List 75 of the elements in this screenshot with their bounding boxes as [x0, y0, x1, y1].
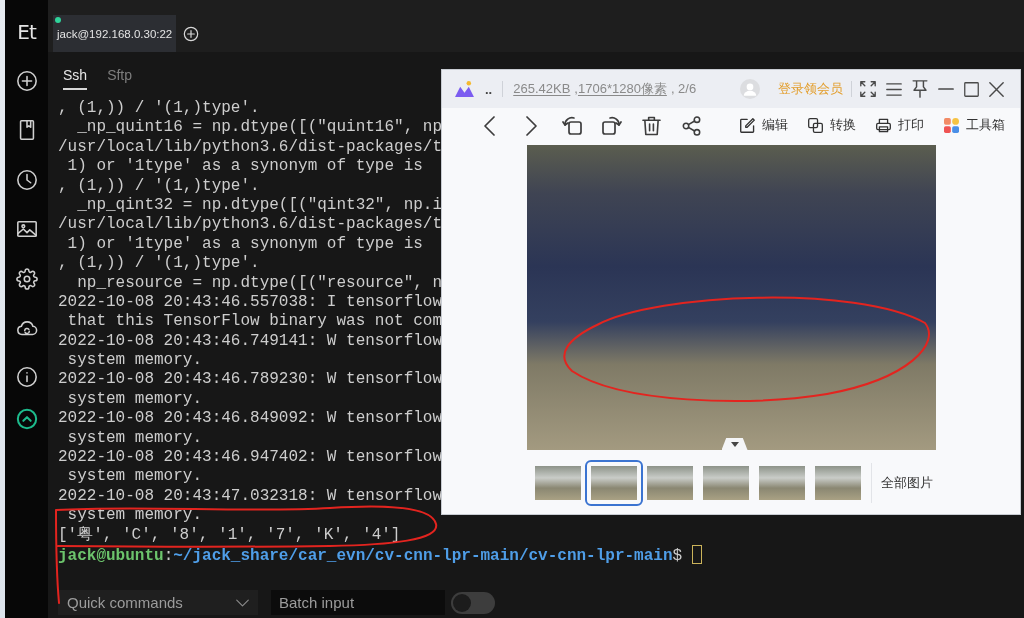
- chevron-up-circle-icon[interactable]: [15, 408, 38, 431]
- terminal-line: 2022-10-08 20:43:47.032318: W tensorflow: [58, 486, 443, 507]
- toggle-switch[interactable]: [451, 591, 495, 614]
- terminal-line: 1) or '1type' as a synonym of type is: [66, 234, 423, 255]
- tab[interactable]: Sftp: [107, 66, 133, 90]
- terminal-line: system memory.: [66, 389, 203, 410]
- settings-icon[interactable]: [15, 267, 38, 290]
- app-logo-icon: [455, 81, 474, 97]
- thumbnail[interactable]: [814, 466, 861, 500]
- toolbar-button[interactable]: 转换: [807, 117, 856, 134]
- info-icon[interactable]: [15, 366, 38, 389]
- caret-down-icon: [730, 441, 739, 447]
- chevron-down-icon: [236, 598, 249, 607]
- thumbnail[interactable]: [534, 466, 581, 500]
- clock-icon[interactable]: [15, 168, 38, 191]
- chevron-right-icon[interactable]: [526, 115, 537, 136]
- app-logo: Et: [17, 20, 36, 44]
- terminal-line: _np_qint32 = np.dtype([("qint32", np.i: [76, 195, 443, 216]
- rotate-right-icon[interactable]: [601, 115, 622, 136]
- add-circle-icon[interactable]: [15, 70, 38, 92]
- terminal-line: , (1,)) / '(1,)type'.: [58, 99, 260, 119]
- terminal-line: system memory.: [66, 467, 203, 487]
- close-icon[interactable]: [989, 81, 1004, 97]
- avatar-icon: [740, 79, 760, 99]
- thumbnail[interactable]: [758, 466, 805, 500]
- thumbnail[interactable]: [702, 466, 749, 500]
- printer-icon: [875, 118, 891, 133]
- terminal-line: , (1,)) / '(1,)type'.: [58, 254, 260, 274]
- terminal-line: system memory.: [66, 428, 203, 449]
- thumbnail[interactable]: [584, 460, 643, 506]
- terminal-line: _np_quint16 = np.dtype([("quint16", np: [76, 118, 443, 138]
- add-circle-icon[interactable]: [183, 25, 200, 42]
- chevron-left-icon[interactable]: [484, 115, 495, 136]
- terminal-line: system memory.: [66, 506, 203, 526]
- all-images-link[interactable]: 全部图片: [880, 474, 933, 492]
- terminal-line: 2022-10-08 20:43:46.849092: W tensorflow: [58, 409, 443, 429]
- prompt-user-host: jack@ubuntu: [58, 547, 164, 565]
- prompt-separator: :: [163, 547, 174, 565]
- edit-icon: [739, 118, 755, 133]
- terminal-line: that this TensorFlow binary was not com: [66, 312, 443, 332]
- prompt-symbol: $: [672, 547, 683, 565]
- terminal-line: 2022-10-08 20:43:46.947402: W tensorflow: [58, 448, 443, 468]
- terminal-line: ['粤', 'C', '8', '1', '7', 'K', '4']: [58, 525, 401, 545]
- terminal-line: 2022-10-08 20:43:46.749141: W tensorflow: [58, 331, 443, 352]
- file-info-text: , 2/6: [670, 81, 697, 96]
- fullscreen-icon[interactable]: [860, 81, 876, 97]
- batch-input-field[interactable]: Batch input: [271, 590, 445, 615]
- terminal-line: 2022-10-08 20:43:46.557038: I tensorflow: [58, 292, 443, 313]
- collapse-handle[interactable]: [721, 438, 748, 450]
- rotate-left-icon[interactable]: [561, 115, 582, 136]
- quick-commands-dropdown[interactable]: Quick commands: [58, 590, 258, 615]
- terminal-line: np_resource = np.dtype([("resource", n: [76, 273, 443, 293]
- window-title: ..: [485, 81, 493, 97]
- menu-icon[interactable]: [886, 81, 902, 97]
- terminal-line: /usr/local/lib/python3.6/dist-packages/t: [58, 137, 443, 158]
- thumbnail[interactable]: [646, 466, 693, 500]
- overlapping-squares-icon: [807, 118, 823, 133]
- pin-icon[interactable]: [912, 80, 928, 98]
- terminal-line: , (1,)) / '(1,)type'.: [58, 176, 260, 196]
- prompt-path: ~/jack_share/car_evn/cv-cnn-lpr-main/cv-cnn-lpr-main: [173, 547, 673, 565]
- file-info-text: ,: [574, 81, 578, 96]
- terminal-line: /usr/local/lib/python3.6/dist-packages/t: [58, 215, 443, 235]
- share-icon[interactable]: [681, 115, 701, 136]
- maximize-icon[interactable]: [964, 81, 979, 97]
- terminal-line: system memory.: [66, 351, 203, 371]
- cursor-icon: [691, 545, 702, 564]
- tiles-icon: [943, 118, 959, 133]
- session-tab[interactable]: jack@192.168.0.30:22: [53, 15, 177, 52]
- toolbar-button[interactable]: 编辑: [739, 117, 788, 134]
- toolbar-button[interactable]: 打印: [875, 117, 924, 134]
- terminal-line: 2022-10-08 20:43:46.789230: W tensorflow: [58, 370, 443, 390]
- trash-icon[interactable]: [642, 115, 661, 136]
- tab[interactable]: Ssh: [63, 66, 88, 90]
- toolbar-button[interactable]: 工具箱: [943, 117, 1005, 134]
- terminal-line: 1) or '1type' as a synonym of type is: [66, 157, 423, 177]
